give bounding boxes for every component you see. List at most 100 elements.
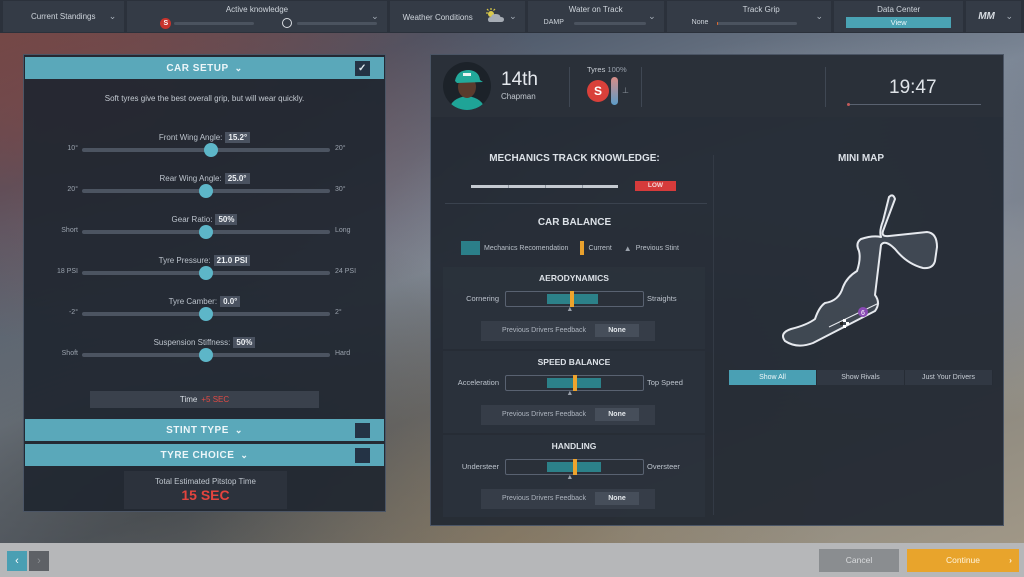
previous-stint-icon: ▲ <box>566 306 574 313</box>
stopwatch-icon <box>282 18 293 28</box>
tyre-hint-text: Soft tyres give the best overall grip, b… <box>104 94 305 103</box>
top-bar: Current Standings ⌄ Active knowledge S ⌄… <box>0 0 1024 33</box>
track-grip-bar <box>716 22 797 25</box>
divider <box>569 67 570 107</box>
balance-right-label: Top Speed <box>647 378 683 387</box>
map-filter-tabs: Show All Show Rivals Just Your Drivers <box>729 370 993 385</box>
continue-label: Continue <box>945 555 981 565</box>
track-grip-value: None <box>691 19 709 26</box>
tyres-percent: 100% <box>607 65 627 74</box>
mm-logo: MM <box>978 11 995 22</box>
slider-track[interactable] <box>82 184 330 198</box>
previous-stint-icon: ▲ <box>566 474 574 481</box>
slider-value: 21.0 PSI <box>213 255 251 266</box>
slider-track[interactable] <box>82 225 330 239</box>
slider-value: 50% <box>215 214 238 225</box>
pitstop-time-value: 15 SEC <box>181 487 230 503</box>
car-number: 6 <box>861 310 865 317</box>
slider-min-label: Shoft <box>61 350 78 357</box>
chevron-down-icon: ⌄ <box>1005 11 1014 21</box>
slider-track[interactable] <box>82 266 330 280</box>
map-tab-show-all[interactable]: Show All <box>729 370 817 385</box>
slider-thumb[interactable] <box>203 143 218 157</box>
setup-slider-row: Front Wing Angle: 15.2° 10° 20° <box>24 132 385 172</box>
chevron-down-icon: ⌄ <box>108 11 117 21</box>
track-map: 6 <box>777 191 952 353</box>
slider-thumb[interactable] <box>199 266 213 280</box>
slider-track[interactable] <box>82 348 330 362</box>
water-on-track-label: Water on Track <box>568 5 623 14</box>
arrow-right-icon: › <box>1009 555 1012 565</box>
slider-track[interactable] <box>82 143 330 157</box>
balance-title: AERODYNAMICS <box>539 273 609 283</box>
setup-slider-row: Tyre Camber: 0.0° -2° 2° <box>24 296 385 336</box>
time-knowledge-bar <box>297 22 378 25</box>
balance-right-label: Straights <box>647 294 677 303</box>
feedback-box: Previous Drivers Feedback None <box>481 489 655 509</box>
pitstop-time-box: Total Estimated Pitstop Time 15 SEC <box>124 471 287 509</box>
current-standings-dropdown[interactable]: Current Standings ⌄ <box>3 1 125 32</box>
setup-slider-row: Tyre Pressure: 21.0 PSI 18 PSI 24 PSI <box>24 255 385 295</box>
weather-label: Weather Conditions <box>402 13 473 22</box>
car-setup-checkbox[interactable]: ✓ <box>355 61 370 76</box>
slider-thumb[interactable] <box>199 307 213 321</box>
stint-type-checkbox[interactable] <box>355 423 370 438</box>
car-setup-header[interactable]: CAR SETUP ⌄ ✓ <box>25 57 384 79</box>
chevron-down-icon: ⌄ <box>240 450 249 460</box>
slider-name: Tyre Pressure: <box>158 256 211 265</box>
slider-name: Front Wing Angle: <box>158 133 223 142</box>
legend-current: Current <box>588 244 612 252</box>
balance-left-label: Acceleration <box>457 378 499 387</box>
divider <box>445 203 707 204</box>
tyre-choice-title: TYRE CHOICE <box>160 450 235 461</box>
map-tab-just-your-drivers[interactable]: Just Your Drivers <box>905 370 993 385</box>
legend-previous: Previous Stint <box>635 244 679 252</box>
slider-name: Gear Ratio: <box>171 215 213 224</box>
driver-name: Chapman <box>501 92 536 101</box>
previous-stint-icon: ▲ <box>623 243 632 253</box>
stint-type-header[interactable]: STINT TYPE ⌄ <box>25 419 384 441</box>
balance-bar: ▲ <box>505 375 644 397</box>
data-center-view-button[interactable]: View <box>846 17 952 28</box>
current-marker <box>572 375 577 391</box>
mechanics-knowledge-bar <box>471 185 618 188</box>
tyre-knowledge-bar <box>174 22 255 25</box>
slider-max-label: Hard <box>335 350 351 357</box>
setup-time-box: Time +5 SEC <box>90 391 319 408</box>
slider-thumb[interactable] <box>199 184 213 198</box>
current-standings-label: Current Standings <box>31 12 96 21</box>
forward-button[interactable]: › <box>29 551 49 571</box>
slider-max-label: 20° <box>335 145 346 152</box>
slider-max-label: 24 PSI <box>335 268 357 275</box>
bottom-bar: ‹ › Cancel Continue › <box>0 543 1024 577</box>
slider-thumb[interactable] <box>199 225 213 239</box>
back-button[interactable]: ‹ <box>7 551 27 571</box>
water-on-track-panel[interactable]: Water on Track DAMP ⌄ <box>527 1 664 32</box>
driver-avatar <box>443 62 491 110</box>
slider-max-label: Long <box>335 227 351 234</box>
partly-cloudy-icon <box>484 7 506 25</box>
active-knowledge-panel[interactable]: Active knowledge S ⌄ <box>127 1 387 32</box>
logo-menu[interactable]: MM ⌄ <box>966 1 1022 32</box>
tyre-choice-checkbox[interactable] <box>355 448 370 463</box>
cancel-button[interactable]: Cancel <box>819 549 899 572</box>
divider <box>641 67 642 107</box>
car-balance-legend: Mechanics Recomendation Current ▲ Previou… <box>461 241 679 255</box>
slider-label: Tyre Pressure: 21.0 PSI <box>24 255 385 266</box>
slider-thumb[interactable] <box>199 348 213 362</box>
balance-section: AERODYNAMICS Cornering ▲ Straights Previ… <box>443 267 705 349</box>
map-tab-show-rivals[interactable]: Show Rivals <box>817 370 905 385</box>
weather-conditions-dropdown[interactable]: Weather Conditions ⌄ <box>389 1 525 32</box>
session-clock: 19:47 <box>889 77 937 98</box>
track-outline <box>782 194 938 347</box>
balance-bar: ▲ <box>505 459 644 481</box>
setup-slider-row: Rear Wing Angle: 25.0° 20° 30° <box>24 173 385 213</box>
chevron-down-icon: ⌄ <box>371 11 379 21</box>
balance-section: SPEED BALANCE Acceleration ▲ Top Speed P… <box>443 351 705 433</box>
continue-button[interactable]: Continue › <box>907 549 1019 572</box>
balance-right-label: Oversteer <box>647 462 680 471</box>
tyre-choice-header[interactable]: TYRE CHOICE ⌄ <box>25 444 384 466</box>
track-grip-panel[interactable]: Track Grip None ⌄ <box>666 1 832 32</box>
chevron-down-icon: ⌄ <box>648 11 656 21</box>
slider-track[interactable] <box>82 307 330 321</box>
